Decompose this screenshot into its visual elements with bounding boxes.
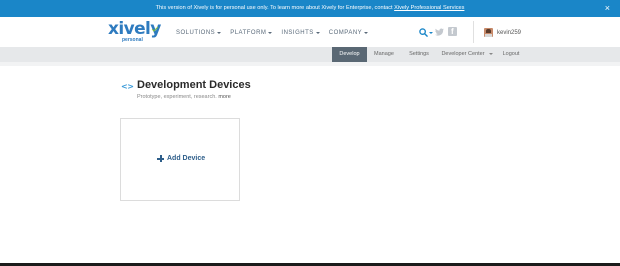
page-title: Development Devices bbox=[137, 79, 251, 91]
notice-banner: This version of Xively is for personal u… bbox=[0, 0, 620, 17]
facebook-glyph: f bbox=[451, 27, 454, 36]
search-icon[interactable] bbox=[419, 28, 428, 37]
avatar[interactable] bbox=[484, 28, 493, 37]
tab-develop[interactable]: Develop bbox=[332, 47, 367, 62]
search-dropdown-icon[interactable] bbox=[429, 32, 433, 34]
chevron-down-icon bbox=[217, 32, 222, 34]
nav-solutions[interactable]: SOLUTIONS bbox=[176, 30, 222, 36]
facebook-icon[interactable]: f bbox=[448, 27, 457, 36]
plus-icon bbox=[157, 155, 164, 162]
add-device-label: Add Device bbox=[167, 155, 206, 162]
close-icon[interactable]: × bbox=[605, 3, 610, 13]
tab-settings[interactable]: Settings bbox=[401, 47, 437, 62]
site-header: xively personal SOLUTIONS PLATFORM INSIG… bbox=[0, 17, 620, 47]
banner-message: This version of Xively is for personal u… bbox=[0, 5, 620, 11]
nav-insights[interactable]: INSIGHTS bbox=[281, 30, 320, 36]
banner-text: This version of Xively is for personal u… bbox=[155, 5, 393, 11]
nav-company-label: COMPANY bbox=[328, 30, 363, 36]
more-link[interactable]: more bbox=[218, 94, 231, 100]
nav-platform-label: PLATFORM bbox=[230, 30, 267, 36]
username[interactable]: kevin259 bbox=[497, 30, 521, 36]
professional-services-link[interactable]: Xively Professional Services bbox=[394, 5, 464, 11]
chevron-down-icon bbox=[364, 32, 369, 34]
nav-solutions-label: SOLUTIONS bbox=[176, 30, 216, 36]
chevron-down-icon bbox=[488, 52, 493, 55]
chevron-down-icon bbox=[268, 32, 273, 34]
twitter-icon[interactable] bbox=[435, 28, 444, 36]
add-device-card[interactable]: Add Device bbox=[120, 118, 240, 201]
add-device-button[interactable]: Add Device bbox=[157, 155, 205, 162]
tab-developer-center[interactable]: Developer Center bbox=[437, 47, 497, 62]
nav-platform[interactable]: PLATFORM bbox=[230, 30, 273, 36]
tab-manage[interactable]: Manage bbox=[367, 47, 401, 62]
sub-nav: Develop Manage Settings Developer Center… bbox=[0, 47, 620, 62]
page-subtitle: Prototype, experiment, research. more bbox=[137, 94, 231, 100]
nav-company[interactable]: COMPANY bbox=[328, 30, 369, 36]
code-icon: <> bbox=[121, 82, 134, 91]
main-nav: SOLUTIONS PLATFORM INSIGHTS COMPANY bbox=[176, 30, 369, 36]
logo-subtitle: personal bbox=[122, 37, 143, 43]
chevron-down-icon bbox=[315, 32, 320, 34]
main-content bbox=[0, 66, 620, 263]
subtitle-text: Prototype, experiment, research. bbox=[137, 94, 217, 100]
xively-logo[interactable]: xively personal bbox=[108, 21, 161, 45]
header-divider bbox=[473, 21, 474, 43]
nav-insights-label: INSIGHTS bbox=[281, 30, 314, 36]
developer-center-label: Developer Center bbox=[441, 51, 485, 57]
tab-logout[interactable]: Logout bbox=[497, 47, 525, 62]
